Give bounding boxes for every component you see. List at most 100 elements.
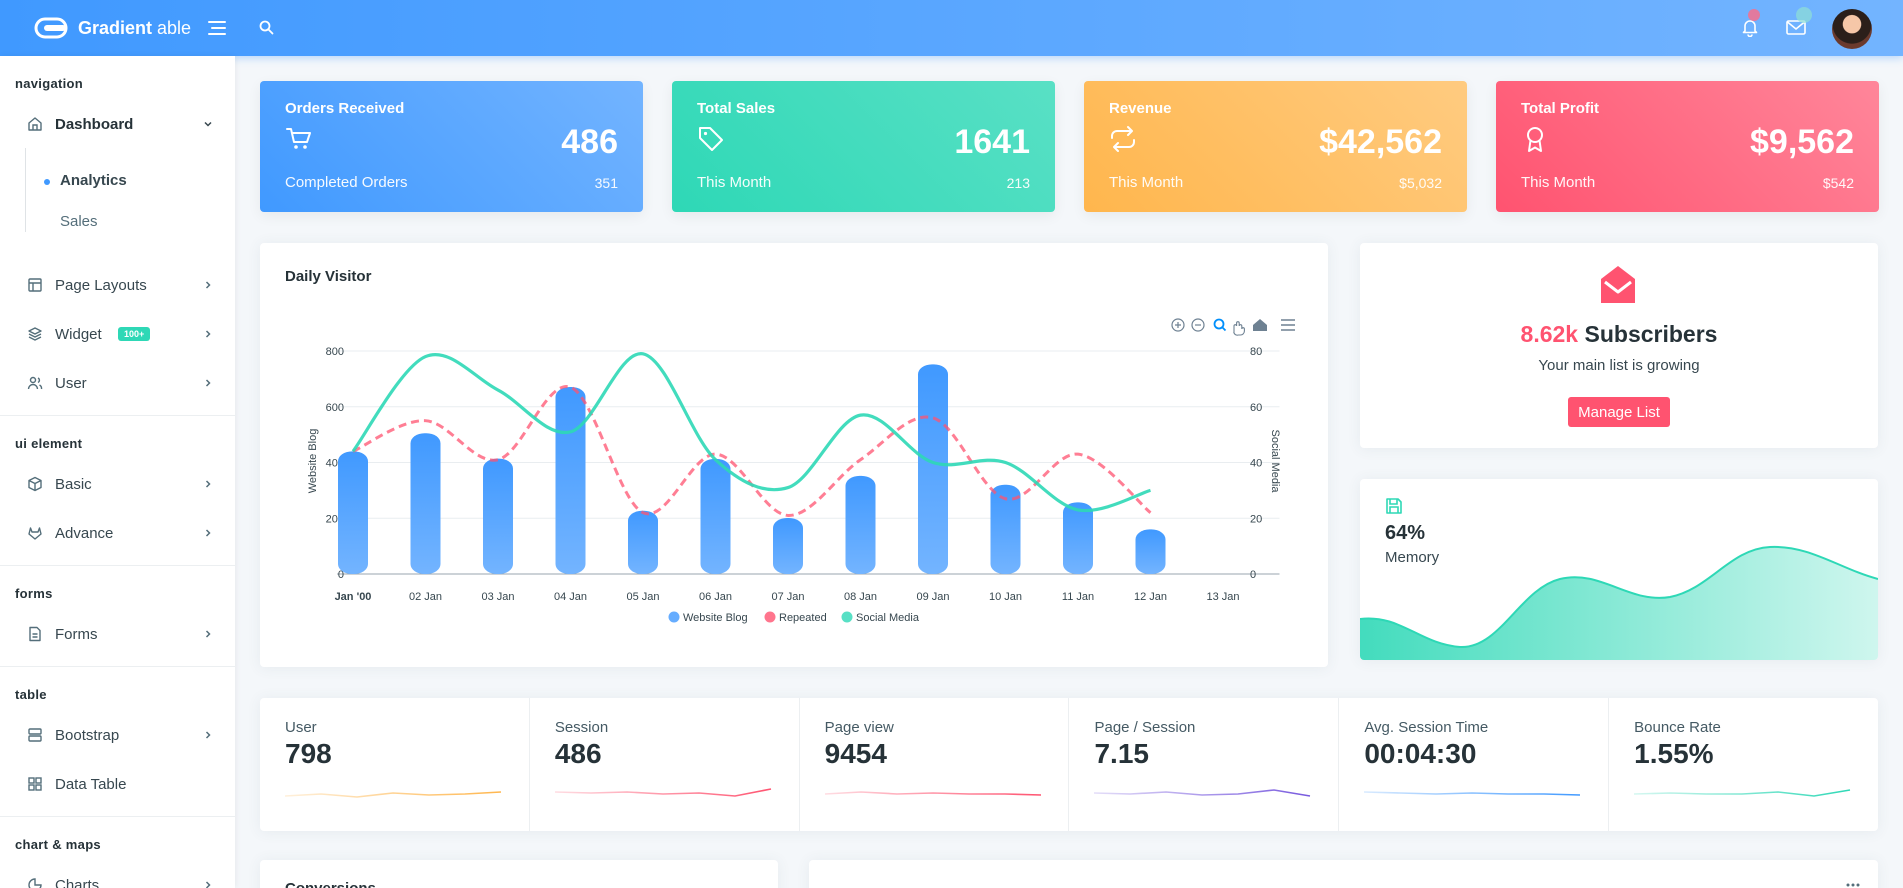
zoom-in-icon[interactable] <box>1171 318 1185 332</box>
sidebar-subitem-analytics[interactable]: Analytics <box>60 172 127 189</box>
tag-icon <box>699 127 723 151</box>
sidebar-item-forms[interactable]: Forms <box>0 614 235 654</box>
daily-visitor-card: Daily Visitor 0 0 200 20 400 40 600 60 800 80 Jan… <box>260 243 1328 667</box>
sidebar-item-label: Bootstrap <box>55 726 120 744</box>
sidebar-subitem-sales[interactable]: Sales <box>60 213 98 230</box>
stat-value: 1641 <box>954 123 1030 161</box>
mini-stat-label: User <box>285 719 317 736</box>
box-icon <box>28 476 42 492</box>
x-tick-label: 09 Jan <box>916 591 949 603</box>
line-repeated[interactable] <box>352 385 1152 517</box>
mini-stat-0: User 798 <box>260 698 530 831</box>
home-icon <box>28 117 42 131</box>
stat-card-revenue: Revenue $42,562 This Month $5,032 <box>1084 81 1467 212</box>
sidebar-item-label: User <box>55 374 87 392</box>
server-icon <box>28 728 42 742</box>
menu-icon[interactable] <box>1281 319 1295 331</box>
bar-website-blog[interactable] <box>338 451 368 574</box>
bar-website-blog[interactable] <box>700 458 731 574</box>
caption-table: table <box>15 687 47 702</box>
stat-value: 486 <box>561 123 618 161</box>
bottom-right-card <box>809 860 1878 888</box>
sidebar-divider <box>0 565 235 566</box>
stat-card-sales: Total Sales 1641 This Month 213 <box>672 81 1055 212</box>
mini-stat-1: Session 486 <box>530 698 800 831</box>
bar-website-blog[interactable] <box>555 386 586 574</box>
legend-label[interactable]: Social Media <box>856 612 920 624</box>
bar-website-blog[interactable] <box>1063 502 1093 574</box>
subscribers-card: 8.62k Subscribers Your main list is grow… <box>1360 243 1878 448</box>
stat-caption: Completed Orders <box>285 174 408 191</box>
sidebar-divider <box>0 415 235 416</box>
manage-list-button[interactable]: Manage List <box>1568 397 1670 427</box>
bar-website-blog[interactable] <box>628 510 658 574</box>
x-tick-label: 12 Jan <box>1134 591 1167 603</box>
caption-navigation: navigation <box>15 76 84 91</box>
x-tick-label: 07 Jan <box>771 591 804 603</box>
sidebar-item-charts[interactable]: Charts <box>0 865 235 888</box>
active-dot <box>44 179 50 185</box>
y2-tick-label: 60 <box>1250 402 1262 414</box>
sidebar-item-page-layouts[interactable]: Page Layouts <box>0 265 235 305</box>
pan-hand-icon[interactable] <box>1233 321 1245 336</box>
x-tick-label: 11 Jan <box>1062 591 1094 603</box>
menu-toggle-icon[interactable] <box>208 20 226 36</box>
home-reset-icon[interactable] <box>1253 319 1267 331</box>
chart-toolbar <box>1171 318 1295 336</box>
subscribers-count: 8.62k <box>1520 321 1579 347</box>
mail-open-icon <box>1601 266 1635 303</box>
sidebar-item-data-table[interactable]: Data Table <box>0 764 235 804</box>
sidebar-item-label: Dashboard <box>55 115 134 133</box>
sidebar-item-dashboard[interactable]: Dashboard <box>0 104 235 144</box>
layers-icon <box>28 327 42 341</box>
legend-label[interactable]: Repeated <box>779 612 827 624</box>
mini-stat-4: Avg. Session Time 00:04:30 <box>1339 698 1610 831</box>
caption-forms: forms <box>15 586 53 601</box>
sidebar-item-user[interactable]: User <box>0 363 235 403</box>
sidebar-item-widget[interactable]: Widget 100+ <box>0 314 235 354</box>
brand-name-light: able <box>157 17 192 38</box>
chevron-right-icon <box>205 480 211 488</box>
stat-sub-value: 213 <box>1006 175 1030 191</box>
brand-logo[interactable]: Gradient able <box>34 16 191 40</box>
subscribers-description: Your main list is growing <box>1538 357 1700 374</box>
stat-sub-value: 351 <box>594 175 618 191</box>
top-header: Gradient able <box>0 0 1903 56</box>
sidebar-item-bootstrap[interactable]: Bootstrap <box>0 715 235 755</box>
bar-website-blog[interactable] <box>483 458 513 574</box>
caption-chart-maps: chart & maps <box>15 837 101 852</box>
bar-website-blog[interactable] <box>918 364 948 574</box>
more-horizontal-icon[interactable] <box>1845 882 1861 888</box>
mini-stat-sparkline <box>554 788 771 797</box>
bar-website-blog[interactable] <box>1135 529 1166 574</box>
sidebar-item-basic[interactable]: Basic <box>0 464 235 504</box>
sidebar-item-advance[interactable]: Advance <box>0 513 235 553</box>
zoom-out-icon[interactable] <box>1191 318 1205 332</box>
y2-tick-label: 0 <box>1250 569 1256 581</box>
mini-stat-value: 00:04:30 <box>1364 738 1477 769</box>
x-tick-label: 08 Jan <box>844 591 877 603</box>
bar-website-blog[interactable] <box>845 475 876 574</box>
mini-stat-sparkline <box>1094 789 1311 797</box>
y-tick-label: 800 <box>326 346 344 358</box>
mini-stat-sparkline <box>1634 789 1851 797</box>
mini-stat-5: Bounce Rate 1.55% <box>1609 698 1878 831</box>
mini-stat-value: 486 <box>554 738 602 769</box>
magnifier-icon[interactable] <box>1213 318 1227 332</box>
mail-dot <box>1796 7 1812 23</box>
mini-stat-label: Page / Session <box>1094 719 1196 736</box>
search-icon[interactable] <box>259 20 274 35</box>
x-tick-label: 10 Jan <box>989 591 1022 603</box>
bar-website-blog[interactable] <box>773 517 803 574</box>
stat-title: Revenue <box>1109 100 1172 117</box>
mini-stat-label: Avg. Session Time <box>1364 719 1489 736</box>
file-text-icon <box>29 626 41 642</box>
cart-icon <box>286 128 311 149</box>
mini-stats-row: User 798 Session 486 Page view 9454 Page / Ses… <box>260 698 1878 831</box>
user-avatar[interactable] <box>1832 9 1872 49</box>
legend-label[interactable]: Website Blog <box>683 612 748 624</box>
y-tick-label: 600 <box>326 402 344 414</box>
mini-stat-value: 1.55% <box>1634 738 1714 769</box>
chevron-right-icon <box>205 529 211 537</box>
bar-website-blog[interactable] <box>410 433 441 574</box>
